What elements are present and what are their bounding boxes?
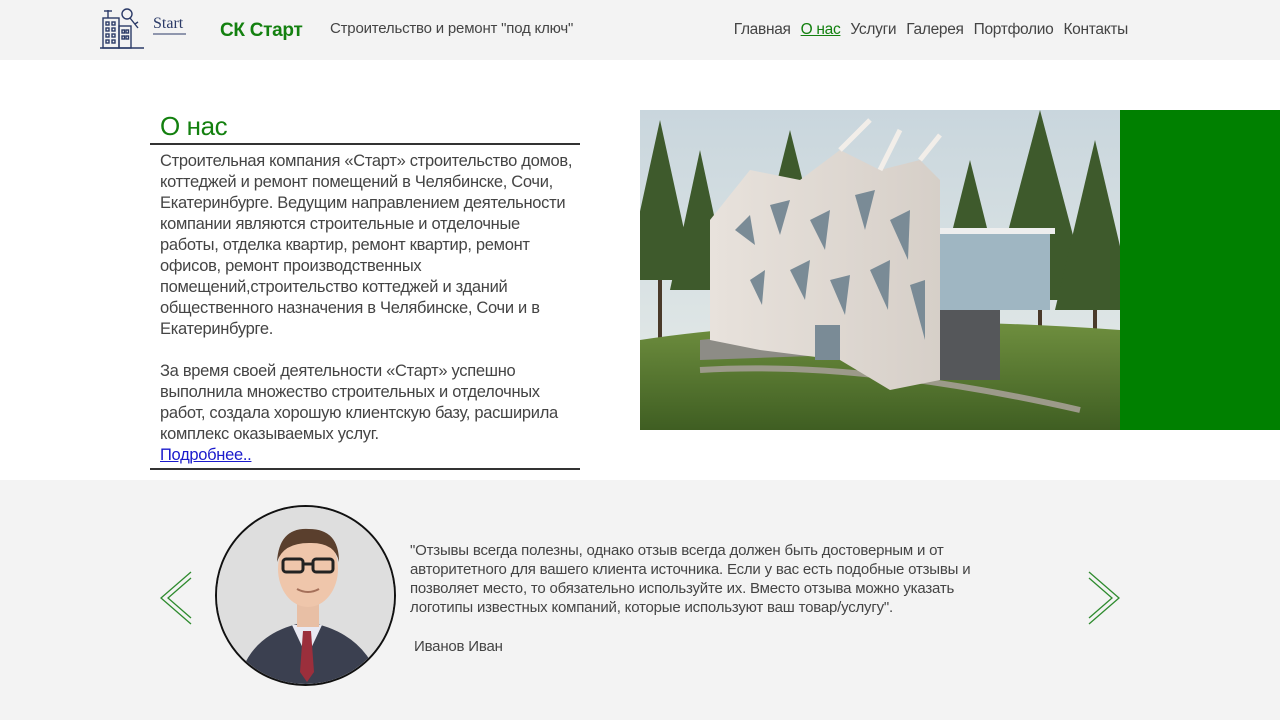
main-nav: Главная О нас Услуги Галерея Портфолио К… (724, 21, 1129, 39)
svg-text:Start: Start (153, 15, 184, 32)
site-header: Start СК Старт Строительство и ремонт "п… (0, 0, 1280, 60)
building-photo (640, 110, 1120, 430)
reviews-section: "Отзывы всегда полезны, однако отзыв все… (0, 480, 1280, 720)
nav-item-gallery[interactable]: Галерея (906, 21, 964, 39)
about-section: О нас Строительная компания «Старт» стро… (150, 110, 580, 470)
next-review-button[interactable] (1086, 570, 1122, 626)
nav-item-services[interactable]: Услуги (850, 21, 896, 39)
prev-review-button[interactable] (158, 570, 194, 626)
nav-item-contacts[interactable]: Контакты (1063, 21, 1128, 39)
brand-name: СК Старт (220, 20, 303, 41)
read-more-link[interactable]: Подробнее.. (160, 445, 252, 466)
about-title: О нас (160, 111, 228, 141)
about-photo-block (640, 110, 1280, 430)
nav-item-portfolio[interactable]: Портфолио (974, 21, 1054, 39)
chevron-left-icon (160, 571, 192, 625)
about-paragraph-2: За время своей деятельности «Старт» успе… (160, 362, 558, 443)
chevron-right-icon (1088, 571, 1120, 625)
accent-panel (1120, 110, 1280, 430)
company-logo[interactable]: Start (100, 6, 190, 52)
nav-item-about[interactable]: О нас (801, 21, 841, 39)
building-icon: Start (100, 8, 186, 49)
review-quote: "Отзывы всегда полезны, однако отзыв все… (410, 542, 971, 616)
about-bottom-divider (150, 468, 580, 470)
about-paragraph-1: Строительная компания «Старт» строительс… (160, 152, 573, 338)
site-tagline: Строительство и ремонт "под ключ" (330, 20, 574, 37)
about-text: Строительная компания «Старт» строительс… (150, 145, 580, 468)
nav-item-home[interactable]: Главная (734, 21, 791, 39)
reviewer-avatar (215, 505, 396, 686)
review-author: Иванов Иван (414, 638, 503, 655)
